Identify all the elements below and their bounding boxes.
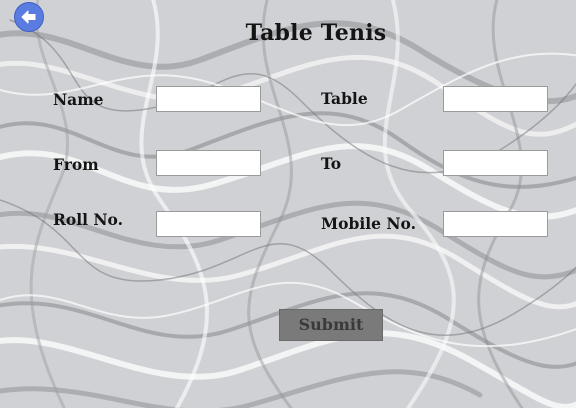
mobile-no-field[interactable] <box>443 211 548 237</box>
from-field[interactable] <box>156 150 261 176</box>
table-label: Table <box>321 89 368 108</box>
submit-button[interactable]: Submit <box>279 309 383 341</box>
roll-no-label: Roll No. <box>53 210 124 229</box>
mobile-no-label: Mobile No. <box>321 214 416 233</box>
app-window: Table Tenis Name Table From To Roll No. … <box>0 0 576 408</box>
to-label: To <box>321 154 342 173</box>
to-field[interactable] <box>443 150 548 176</box>
back-button[interactable] <box>14 2 44 32</box>
name-label: Name <box>53 90 104 109</box>
page-title: Table Tenis <box>245 20 387 46</box>
roll-no-field[interactable] <box>156 211 261 237</box>
back-arrow-icon <box>21 10 36 24</box>
from-label: From <box>53 155 99 174</box>
name-field[interactable] <box>156 86 261 112</box>
table-field[interactable] <box>443 86 548 112</box>
marble-background <box>0 0 576 408</box>
